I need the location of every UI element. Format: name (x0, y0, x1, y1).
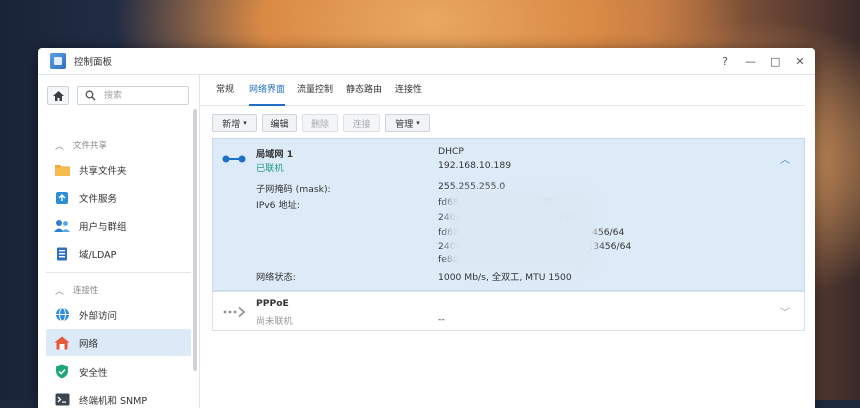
users-icon (54, 218, 70, 234)
edit-button[interactable]: 编辑 (262, 114, 297, 132)
sidebar-item-domain-ldap[interactable]: 域/LDAP (46, 240, 191, 267)
sidebar: ︿ 文件共享 共享文件夹 文件服务 用户与群组 域/LDAP (38, 75, 199, 408)
search-input[interactable] (102, 89, 176, 102)
chevron-down-icon[interactable]: ﹀ (780, 304, 790, 319)
network-status-label: 网络状态: (256, 272, 296, 283)
connect-button[interactable]: 连接 (343, 114, 380, 132)
redaction-blur (447, 191, 597, 271)
sidebar-item-terminal-snmp[interactable]: 终端机和 SNMP (46, 386, 191, 408)
network-status-value: 1000 Mb/s, 全双工, MTU 1500 (438, 272, 572, 283)
maximize-button[interactable]: □ (770, 55, 780, 68)
tab-static-route[interactable]: 静态路由 (346, 75, 382, 105)
chevron-up-icon[interactable]: ︿ (780, 151, 790, 166)
tab-bar: 常规 网络界面 流量控制 静态路由 连接性 (200, 75, 805, 106)
sidebar-item-network[interactable]: 网络 (46, 329, 191, 356)
minimize-button[interactable]: — (745, 55, 756, 68)
ip-address: -- (438, 314, 445, 325)
interface-name: PPPoE (256, 298, 289, 309)
sidebar-item-shared-folder[interactable]: 共享文件夹 (46, 156, 191, 183)
connected-network-icon (222, 155, 246, 163)
address-mode: DHCP (438, 146, 464, 157)
sidebar-divider (46, 272, 191, 273)
group-connectivity[interactable]: ︿ 连接性 (38, 281, 193, 299)
sidebar-item-users-groups[interactable]: 用户与群组 (46, 212, 191, 239)
manage-button[interactable]: 管理 ▾ (385, 114, 430, 132)
tab-network-interface[interactable]: 网络界面 (249, 75, 286, 106)
caret-down-icon: ▾ (416, 119, 420, 127)
interface-card-pppoe[interactable]: PPPoE 尚未联机 -- ﹀ (212, 291, 805, 331)
domain-icon (54, 246, 70, 262)
chevron-up-icon: ︿ (55, 286, 65, 297)
file-services-icon (54, 190, 70, 206)
delete-button[interactable]: 删除 (302, 114, 338, 132)
help-button[interactable]: ? (720, 55, 730, 68)
folder-icon (54, 162, 70, 178)
disconnected-network-icon (223, 306, 246, 318)
caret-down-icon: ▾ (243, 119, 247, 127)
sidebar-search[interactable] (77, 86, 189, 105)
ipv6-label: IPv6 地址: (256, 200, 300, 211)
sidebar-item-security[interactable]: 安全性 (46, 358, 191, 385)
tab-traffic-control[interactable]: 流量控制 (297, 75, 333, 105)
main-panel: 常规 网络界面 流量控制 静态路由 连接性 新增 ▾ 编辑 删除 连接 管理 ▾ 局… (199, 75, 815, 408)
tab-connectivity[interactable]: 连接性 (395, 75, 422, 105)
interface-status: 尚未联机 (256, 316, 293, 327)
window-title: 控制面板 (74, 57, 113, 68)
group-file-sharing[interactable]: ︿ 文件共享 (38, 136, 193, 154)
sidebar-item-external-access[interactable]: 外部访问 (46, 301, 191, 328)
chevron-up-icon: ︿ (55, 141, 65, 152)
home-button[interactable] (47, 86, 69, 105)
interface-status: 已联机 (256, 163, 284, 174)
control-panel-window: 控制面板 ? — □ ✕ ︿ 文件共享 共享文件夹 (38, 48, 815, 408)
close-button[interactable]: ✕ (795, 55, 805, 68)
tab-general[interactable]: 常规 (216, 75, 234, 105)
home-icon (52, 90, 64, 101)
external-access-icon (54, 307, 70, 323)
mask-label: 子网掩码 (mask): (256, 184, 331, 195)
network-icon (54, 335, 70, 351)
interface-card-lan1[interactable]: 局域网 1 已联机 DHCP 192.168.10.189 ︿ 子网掩码 (ma… (212, 138, 805, 291)
search-icon (85, 90, 97, 102)
sidebar-scrollbar[interactable] (193, 109, 197, 371)
ip-address: 192.168.10.189 (438, 160, 512, 171)
interface-name: 局域网 1 (256, 149, 294, 160)
shield-icon (54, 364, 70, 380)
sidebar-item-file-services[interactable]: 文件服务 (46, 184, 191, 211)
create-button[interactable]: 新增 ▾ (212, 114, 257, 132)
title-bar: 控制面板 ? — □ ✕ (38, 48, 815, 75)
control-panel-app-icon (50, 53, 66, 69)
